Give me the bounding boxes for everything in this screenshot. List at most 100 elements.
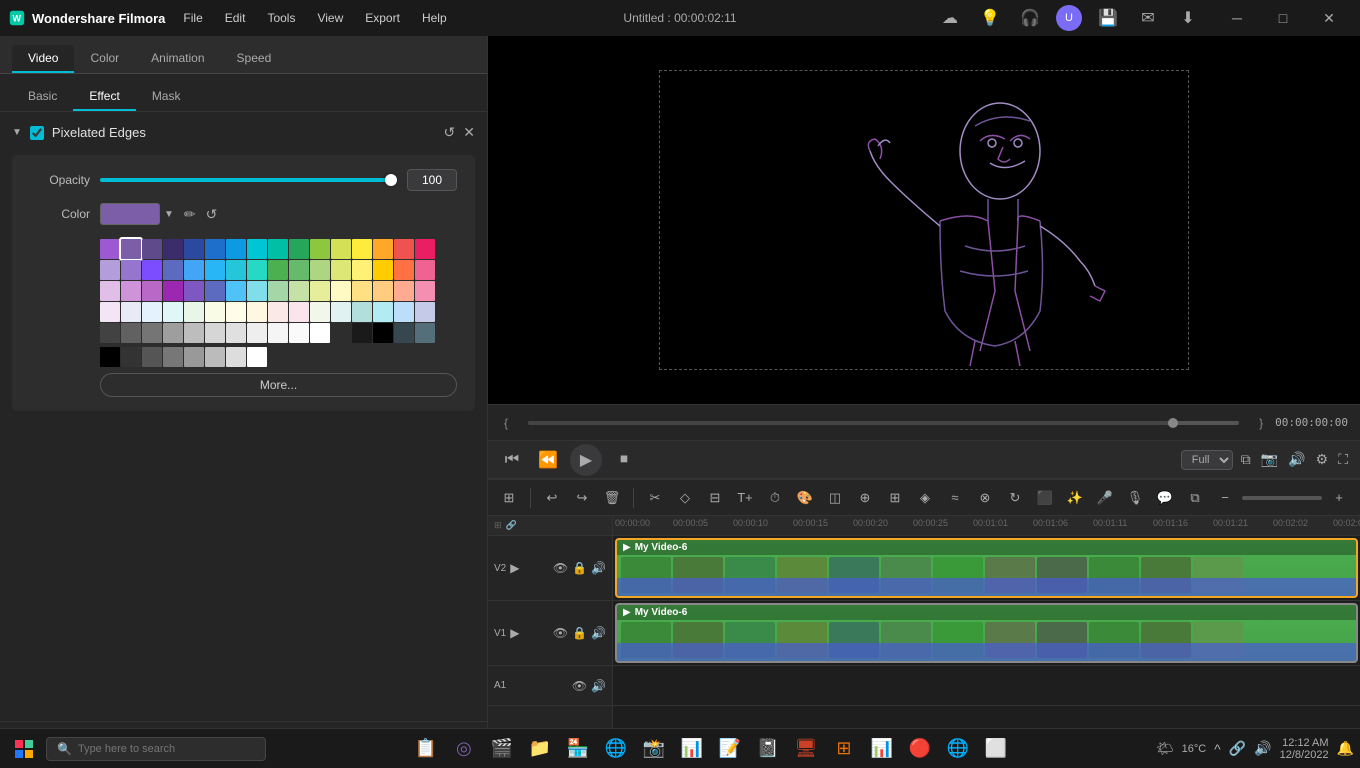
redo-button[interactable]: ↪	[569, 485, 595, 511]
palette-cell-16[interactable]	[100, 260, 120, 280]
bracket-right[interactable]: }	[1255, 414, 1267, 432]
palette-cell-24[interactable]	[268, 260, 288, 280]
color-button[interactable]: 🎨	[792, 485, 818, 511]
opacity-slider[interactable]	[100, 178, 397, 182]
palette-cell-76[interactable]	[352, 323, 372, 343]
audio-adj-button[interactable]: ≈	[942, 485, 968, 511]
palette-cell-31[interactable]	[415, 260, 435, 280]
palette-cell-71[interactable]	[247, 323, 267, 343]
track-v1-play-icon[interactable]: ▶	[510, 626, 519, 640]
palette-cell-20[interactable]	[184, 260, 204, 280]
track-v2-content[interactable]: ▶ My Video-6	[613, 536, 1360, 601]
palette-cell-66[interactable]	[142, 323, 162, 343]
palette-cell-50[interactable]	[142, 302, 162, 322]
palette-cell-3[interactable]	[163, 239, 183, 259]
zoom-in-button[interactable]: +	[1326, 485, 1352, 511]
mail-icon[interactable]: ✉	[1134, 4, 1162, 32]
transition-button[interactable]: ◫	[822, 485, 848, 511]
download-icon[interactable]: ⬇	[1174, 4, 1202, 32]
palette-cell-18[interactable]	[142, 260, 162, 280]
palette-cell-28[interactable]	[352, 260, 372, 280]
step-back-button[interactable]: ⏪	[534, 446, 562, 474]
color-swatch[interactable]	[100, 203, 160, 225]
taskbar-icon-onenote[interactable]: 📓	[750, 731, 786, 767]
palette-cell-14[interactable]	[394, 239, 414, 259]
menu-export[interactable]: Export	[355, 7, 410, 29]
palette-cell-9[interactable]	[289, 239, 309, 259]
palette-cell-19[interactable]	[163, 260, 183, 280]
palette-cell-69[interactable]	[205, 323, 225, 343]
palette-cell-13[interactable]	[373, 239, 393, 259]
close-button[interactable]: ✕	[1306, 0, 1352, 36]
grayscale-cell-4[interactable]	[184, 347, 204, 367]
taskbar-icon-instagram[interactable]: 📸	[636, 731, 672, 767]
taskbar-icon-filmora[interactable]: 🎬	[484, 731, 520, 767]
palette-cell-33[interactable]	[121, 281, 141, 301]
palette-cell-30[interactable]	[394, 260, 414, 280]
taskbar-icon-opera[interactable]: 🔴	[902, 731, 938, 767]
palette-cell-37[interactable]	[205, 281, 225, 301]
taskbar-icon-explorer[interactable]: 📁	[522, 731, 558, 767]
zoom-out-button[interactable]: −	[1212, 485, 1238, 511]
zoom-slider[interactable]	[1242, 496, 1322, 500]
palette-cell-78[interactable]	[394, 323, 414, 343]
taskbar-icon-app3[interactable]: ⬜	[978, 731, 1014, 767]
palette-cell-42[interactable]	[310, 281, 330, 301]
palette-cell-74[interactable]	[310, 323, 330, 343]
resize-button[interactable]: ⊞	[882, 485, 908, 511]
palette-cell-65[interactable]	[121, 323, 141, 343]
tab-basic[interactable]: Basic	[12, 83, 73, 111]
track-a1-audio-icon[interactable]: 🔊	[591, 679, 606, 693]
palette-cell-47[interactable]	[415, 281, 435, 301]
palette-cell-63[interactable]	[415, 302, 435, 322]
cut-button[interactable]: ✂	[642, 485, 668, 511]
snapshot-icon[interactable]: 📷	[1259, 449, 1280, 470]
palette-cell-11[interactable]	[331, 239, 351, 259]
palette-cell-44[interactable]	[352, 281, 372, 301]
palette-cell-27[interactable]	[331, 260, 351, 280]
maximize-button[interactable]: □	[1260, 0, 1306, 36]
palette-cell-40[interactable]	[268, 281, 288, 301]
palette-cell-7[interactable]	[247, 239, 267, 259]
track-v1-eye-icon[interactable]: 👁	[553, 626, 568, 640]
add-track-icon[interactable]: ⊞	[494, 520, 502, 531]
taskbar-icon-word[interactable]: 📝	[712, 731, 748, 767]
tab-mask[interactable]: Mask	[136, 83, 197, 111]
taskbar-icon-app1[interactable]: 🖥	[788, 731, 824, 767]
palette-cell-12[interactable]	[352, 239, 372, 259]
taskbar-icon-ppt[interactable]: 📊	[864, 731, 900, 767]
track-v1-content[interactable]: ▶ My Video-6	[613, 601, 1360, 666]
grayscale-cell-3[interactable]	[163, 347, 183, 367]
palette-cell-1[interactable]	[121, 239, 141, 259]
palette-cell-48[interactable]	[100, 302, 120, 322]
start-button[interactable]	[6, 731, 42, 767]
palette-cell-34[interactable]	[142, 281, 162, 301]
chroma-button[interactable]: ◈	[912, 485, 938, 511]
search-input[interactable]	[78, 743, 255, 755]
menu-tools[interactable]: Tools	[257, 7, 305, 29]
clip-copy-button[interactable]: ⧉	[1182, 485, 1208, 511]
palette-cell-49[interactable]	[121, 302, 141, 322]
palette-cell-43[interactable]	[331, 281, 351, 301]
palette-cell-73[interactable]	[289, 323, 309, 343]
taskbar-icon-store[interactable]: 🏪	[560, 731, 596, 767]
palette-cell-35[interactable]	[163, 281, 183, 301]
palette-cell-45[interactable]	[373, 281, 393, 301]
bracket-left[interactable]: {	[500, 414, 512, 432]
palette-cell-57[interactable]	[289, 302, 309, 322]
tray-network-icon[interactable]: 🔗	[1229, 740, 1246, 757]
settings-icon[interactable]: ⚙	[1314, 449, 1331, 470]
palette-cell-26[interactable]	[310, 260, 330, 280]
tab-speed[interactable]: Speed	[221, 45, 288, 73]
palette-cell-70[interactable]	[226, 323, 246, 343]
reset-color-icon[interactable]: ↺	[206, 206, 218, 223]
track-v1-audio-icon[interactable]: 🔊	[591, 626, 606, 640]
palette-cell-0[interactable]	[100, 239, 120, 259]
speed-button[interactable]: ⏱	[762, 485, 788, 511]
transform-button[interactable]: ⬛	[1032, 485, 1058, 511]
palette-cell-25[interactable]	[289, 260, 309, 280]
palette-cell-22[interactable]	[226, 260, 246, 280]
palette-cell-67[interactable]	[163, 323, 183, 343]
menu-view[interactable]: View	[307, 7, 353, 29]
effect-checkbox[interactable]	[30, 126, 44, 140]
